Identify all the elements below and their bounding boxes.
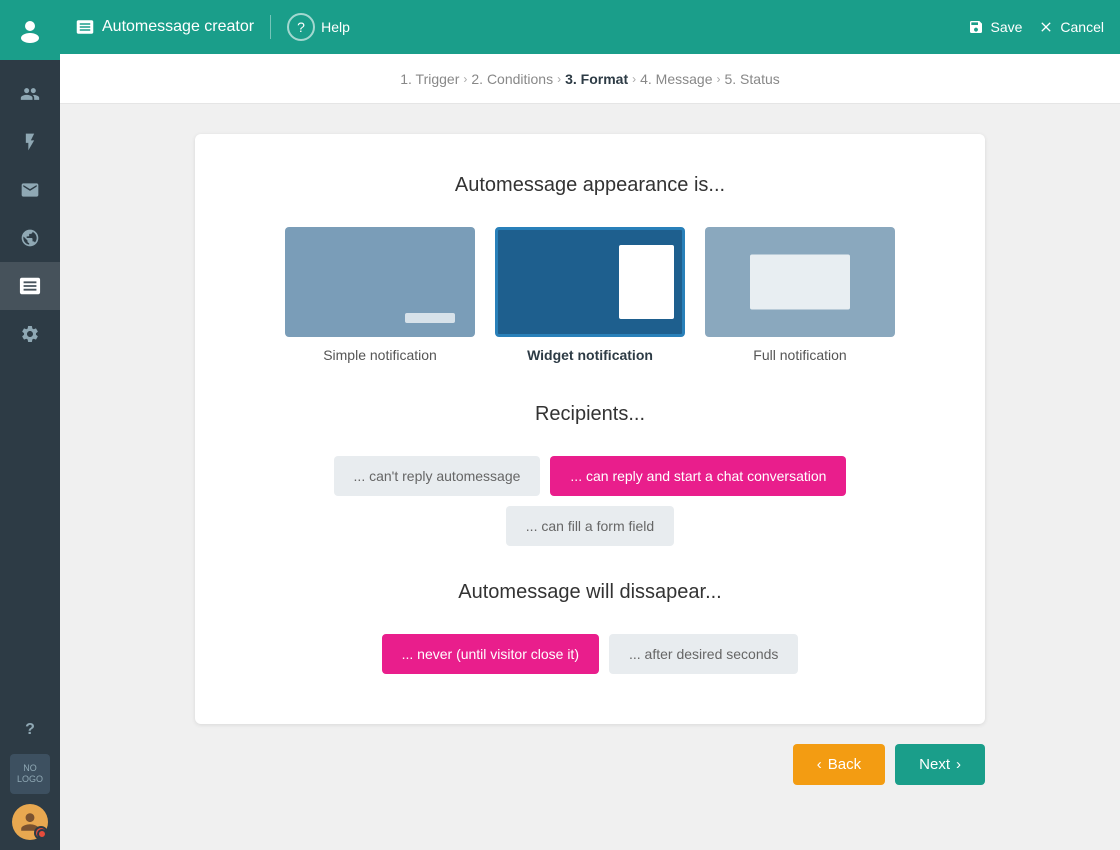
app-title: Automessage creator — [102, 18, 254, 36]
disappear-section: Automessage will dissapear... ... never … — [245, 581, 935, 674]
user-status-dot — [37, 829, 47, 839]
recipients-section: Recipients... ... can't reply automessag… — [245, 403, 935, 546]
help-icon: ? — [287, 13, 315, 41]
back-button[interactable]: ‹ Back — [793, 744, 885, 785]
notification-option-widget[interactable]: Widget notification — [495, 227, 685, 363]
next-chevron-icon: › — [956, 756, 961, 773]
widget-notification-label: Widget notification — [527, 347, 653, 363]
breadcrumb-step-format[interactable]: 3. Format — [565, 71, 628, 87]
widget-notification-thumbnail — [495, 227, 685, 337]
next-button[interactable]: Next › — [895, 744, 985, 785]
back-chevron-icon: ‹ — [817, 756, 822, 773]
content-area: Automessage appearance is... Simple noti… — [60, 104, 1120, 850]
disappear-buttons: ... never (until visitor close it) ... a… — [245, 634, 935, 674]
sidebar-bottom: ? NOLOGO — [0, 706, 60, 850]
sidebar-item-settings[interactable] — [0, 310, 60, 358]
breadcrumb-items: 1. Trigger › 2. Conditions › 3. Format ›… — [400, 71, 780, 87]
sidebar-item-globe[interactable] — [0, 214, 60, 262]
breadcrumb-step-conditions[interactable]: 2. Conditions — [471, 71, 553, 87]
user-avatar-container[interactable] — [12, 804, 48, 840]
breadcrumb-arrow-2: › — [557, 72, 561, 86]
sidebar-nav — [0, 70, 60, 706]
topbar-title: Automessage creator — [76, 18, 254, 36]
sidebar-item-inbox[interactable] — [0, 166, 60, 214]
breadcrumb-arrow-3: › — [632, 72, 636, 86]
recipient-fill-form-button[interactable]: ... can fill a form field — [506, 506, 674, 546]
sidebar-item-lightning[interactable] — [0, 118, 60, 166]
breadcrumb-step-status[interactable]: 5. Status — [724, 71, 779, 87]
breadcrumb-step-trigger[interactable]: 1. Trigger — [400, 71, 459, 87]
full-notification-label: Full notification — [753, 347, 846, 363]
topbar-divider — [270, 15, 271, 39]
sidebar-item-help[interactable]: ? — [0, 706, 60, 754]
help-button[interactable]: ? Help — [287, 13, 350, 41]
recipient-cant-reply-button[interactable]: ... can't reply automessage — [334, 456, 541, 496]
sidebar-item-automessage[interactable] — [0, 262, 60, 310]
sidebar: ? NOLOGO — [0, 0, 60, 850]
footer-nav: ‹ Back Next › — [195, 744, 985, 785]
disappear-after-seconds-button[interactable]: ... after desired seconds — [609, 634, 798, 674]
app-logo — [0, 0, 60, 60]
recipient-can-reply-button[interactable]: ... can reply and start a chat conversat… — [550, 456, 846, 496]
appearance-title: Automessage appearance is... — [245, 174, 935, 197]
sidebar-item-users[interactable] — [0, 70, 60, 118]
notification-options: Simple notification Widget notification … — [245, 227, 935, 363]
topbar: Automessage creator ? Help Save Cancel — [60, 0, 1120, 54]
cancel-button[interactable]: Cancel — [1038, 19, 1104, 35]
notification-option-simple[interactable]: Simple notification — [285, 227, 475, 363]
topbar-actions: Save Cancel — [968, 19, 1104, 35]
disappear-title: Automessage will dissapear... — [245, 581, 935, 604]
simple-notification-thumbnail — [285, 227, 475, 337]
notification-option-full[interactable]: Full notification — [705, 227, 895, 363]
main-content: Automessage creator ? Help Save Cancel 1… — [60, 0, 1120, 850]
main-card: Automessage appearance is... Simple noti… — [195, 134, 985, 724]
breadcrumb-step-message[interactable]: 4. Message — [640, 71, 712, 87]
recipients-title: Recipients... — [245, 403, 935, 426]
full-notification-thumbnail — [705, 227, 895, 337]
breadcrumb-arrow-4: › — [716, 72, 720, 86]
disappear-never-button[interactable]: ... never (until visitor close it) — [382, 634, 599, 674]
no-logo-badge: NOLOGO — [10, 754, 50, 794]
save-button[interactable]: Save — [968, 19, 1022, 35]
recipient-buttons: ... can't reply automessage ... can repl… — [245, 456, 935, 546]
breadcrumb-arrow-1: › — [463, 72, 467, 86]
simple-notification-label: Simple notification — [323, 347, 437, 363]
breadcrumb: 1. Trigger › 2. Conditions › 3. Format ›… — [60, 54, 1120, 104]
